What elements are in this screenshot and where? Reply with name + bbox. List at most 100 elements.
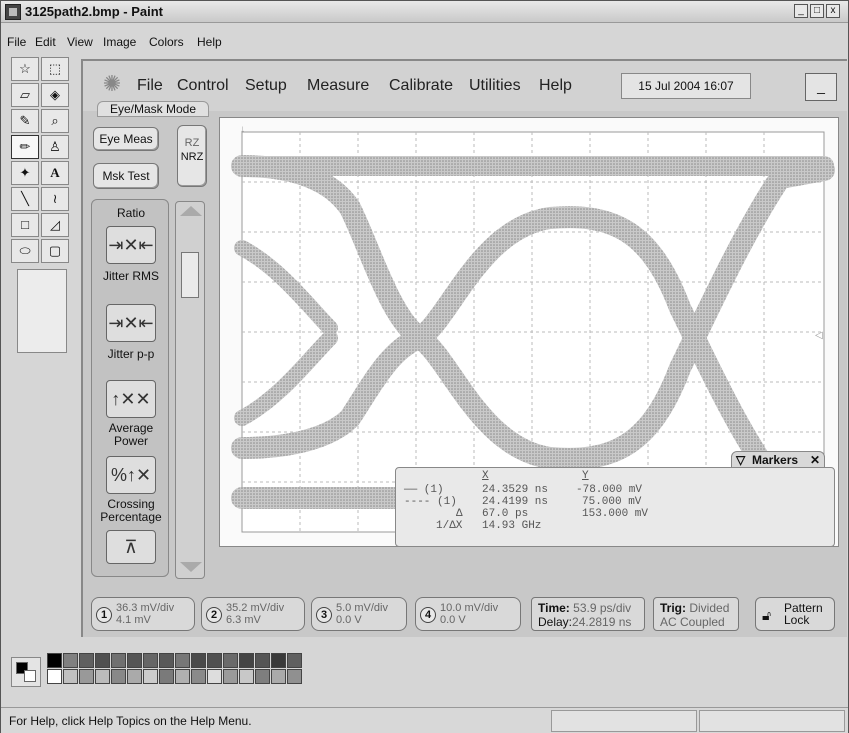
color-swatch[interactable]: [175, 653, 190, 668]
rectangle-icon[interactable]: □: [11, 213, 39, 237]
color-swatch[interactable]: [63, 653, 78, 668]
channel-3-button[interactable]: 3 5.0 mV/div 0.0 V: [311, 597, 407, 631]
scope-menu-measure[interactable]: Measure: [307, 77, 369, 95]
line-icon[interactable]: ╲: [11, 187, 39, 211]
brush-icon[interactable]: ♙: [41, 135, 69, 159]
color-swatch[interactable]: [287, 653, 302, 668]
markers-close-icon[interactable]: ✕: [810, 452, 820, 468]
close-button[interactable]: x: [826, 4, 840, 18]
timebase-label: Time:: [538, 601, 570, 615]
color-swatch[interactable]: [159, 669, 174, 684]
airbrush-icon[interactable]: ✦: [11, 161, 39, 185]
picker-icon[interactable]: ✎: [11, 109, 39, 133]
jitter-pp-icon[interactable]: ⇥✕⇤: [106, 304, 156, 342]
scope-datetime: 15 Jul 2004 16:07: [621, 73, 751, 99]
color-swatch[interactable]: [271, 653, 286, 668]
rounded-rect-icon[interactable]: ▢: [41, 239, 69, 263]
scroll-down-icon[interactable]: [180, 562, 202, 572]
color-swatch[interactable]: [79, 653, 94, 668]
scope-menu-setup[interactable]: Setup: [245, 77, 287, 95]
menu-file[interactable]: File: [7, 35, 26, 49]
color-swatch[interactable]: [255, 669, 270, 684]
color-swatch[interactable]: [143, 653, 158, 668]
color-swatch[interactable]: [47, 653, 62, 668]
more-measure-icon[interactable]: ⊼: [106, 530, 156, 564]
color-swatch[interactable]: [111, 653, 126, 668]
color-swatch[interactable]: [207, 653, 222, 668]
nrz-label: NRZ: [180, 151, 204, 163]
color-swatch[interactable]: [223, 669, 238, 684]
tool-options[interactable]: [17, 269, 67, 353]
timebase-button[interactable]: Time: 53.9 ps/div Delay:24.2819 ns: [531, 597, 645, 631]
eraser-icon[interactable]: ▱: [11, 83, 39, 107]
color-swatch[interactable]: [255, 653, 270, 668]
maximize-button[interactable]: □: [810, 4, 824, 18]
eye-meas-button[interactable]: Eye Meas: [93, 127, 159, 151]
scope-menu-file[interactable]: File: [137, 77, 163, 95]
scroll-up-icon[interactable]: [180, 206, 202, 216]
average-power-label: Average Power: [108, 421, 154, 448]
menu-colors[interactable]: Colors: [149, 35, 184, 49]
color-swatch[interactable]: [191, 653, 206, 668]
text-icon[interactable]: A: [41, 161, 69, 185]
menu-image[interactable]: Image: [103, 35, 136, 49]
marker-delta-x: 67.0 ps: [482, 508, 529, 520]
color-swatch[interactable]: [111, 669, 126, 684]
color-swatch[interactable]: [287, 669, 302, 684]
curve-icon[interactable]: ≀: [41, 187, 69, 211]
measure-scrollbar[interactable]: [175, 201, 205, 579]
crossing-percentage-icon[interactable]: %↑✕: [106, 456, 156, 494]
scope-menu-calibrate[interactable]: Calibrate: [389, 77, 453, 95]
rz-label: RZ: [184, 137, 200, 149]
pencil-icon[interactable]: ✏: [11, 135, 39, 159]
free-select-icon[interactable]: ☆: [11, 57, 39, 81]
menu-edit[interactable]: Edit: [35, 35, 56, 49]
status-text: For Help, click Help Topics on the Help …: [9, 714, 252, 728]
scope-minimize-button[interactable]: _: [805, 73, 837, 101]
ellipse-icon[interactable]: ⬭: [11, 239, 39, 263]
trigger-button[interactable]: Trig: Divided AC Coupled: [653, 597, 739, 631]
title-bar: 3125path2.bmp - Paint _ □ x: [1, 1, 848, 23]
paint-window: 3125path2.bmp - Paint _ □ x File Edit Vi…: [0, 0, 849, 733]
color-swatch[interactable]: [159, 653, 174, 668]
average-power-icon[interactable]: ↑✕✕: [106, 380, 156, 418]
current-colors[interactable]: [11, 657, 41, 687]
color-swatch[interactable]: [191, 669, 206, 684]
channel-4-button[interactable]: 4 10.0 mV/div 0.0 V: [415, 597, 521, 631]
mask-test-button[interactable]: Msk Test: [93, 163, 159, 189]
color-swatch[interactable]: [79, 669, 94, 684]
minimize-button[interactable]: _: [794, 4, 808, 18]
menu-help[interactable]: Help: [197, 35, 222, 49]
magnifier-icon[interactable]: ⌕: [41, 109, 69, 133]
color-swatch[interactable]: [175, 669, 190, 684]
menu-view[interactable]: View: [67, 35, 93, 49]
color-swatch[interactable]: [95, 669, 110, 684]
marker2-x: 24.4199 ns: [482, 496, 549, 508]
color-swatch[interactable]: [143, 669, 158, 684]
color-swatch[interactable]: [271, 669, 286, 684]
jitter-rms-icon[interactable]: ⇥✕⇤: [106, 226, 156, 264]
fill-icon[interactable]: ◈: [41, 83, 69, 107]
markers-chevron-icon[interactable]: ▽: [736, 452, 745, 468]
color-swatch[interactable]: [63, 669, 78, 684]
canvas[interactable]: ✺ File Control Setup Measure Calibrate U…: [81, 59, 847, 637]
channel-1-button[interactable]: 1 36.3 mV/div 4.1 mV: [91, 597, 195, 631]
color-swatch[interactable]: [127, 669, 142, 684]
color-swatch[interactable]: [223, 653, 238, 668]
color-swatch[interactable]: [239, 669, 254, 684]
scope-menu-help[interactable]: Help: [539, 77, 572, 95]
rz-nrz-toggle[interactable]: RZ NRZ: [177, 125, 207, 187]
polygon-icon[interactable]: ◿: [41, 213, 69, 237]
scope-menu-utilities[interactable]: Utilities: [469, 77, 521, 95]
color-swatch[interactable]: [127, 653, 142, 668]
scroll-thumb[interactable]: [181, 252, 199, 298]
color-swatch[interactable]: [47, 669, 62, 684]
color-swatch[interactable]: [95, 653, 110, 668]
color-swatch[interactable]: [207, 669, 222, 684]
color-swatch[interactable]: [239, 653, 254, 668]
rect-select-icon[interactable]: ⬚: [41, 57, 69, 81]
scope-menu-control[interactable]: Control: [177, 77, 229, 95]
marker2-y: 75.000 mV: [582, 496, 642, 508]
pattern-lock-button[interactable]: 🔓︎ Pattern Lock: [755, 597, 835, 631]
channel-2-button[interactable]: 2 35.2 mV/div 6.3 mV: [201, 597, 305, 631]
